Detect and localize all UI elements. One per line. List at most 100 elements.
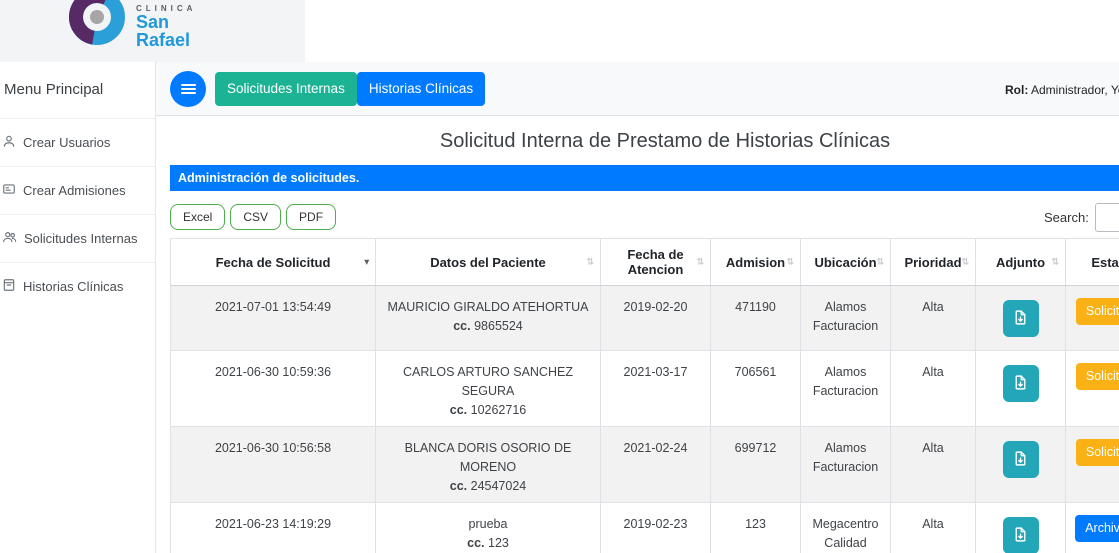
cell-ubicacion: Alamos Facturacion xyxy=(801,351,891,427)
column-header-ubicacion[interactable]: Ubicación⇅ xyxy=(801,239,891,286)
table-search: Search: xyxy=(1044,203,1119,232)
cell-adjunto xyxy=(976,503,1066,553)
column-header-label: Adjunto xyxy=(996,255,1045,270)
menu-toggle-button[interactable] xyxy=(170,71,206,107)
table-row: 2021-07-01 13:54:49 MAURICIO GIRALDO ATE… xyxy=(171,286,1119,351)
table-row: 2021-06-30 10:56:58 BLANCA DORIS OSORIO … xyxy=(171,427,1119,503)
sort-desc-icon: ▾ xyxy=(364,257,369,268)
sidebar-item-crear-admisiones[interactable]: Crear Admisiones xyxy=(0,166,155,214)
column-header-fecha-de-solicitud[interactable]: Fecha de Solicitud ▾ xyxy=(171,239,376,286)
sidebar-item-historias-clinicas[interactable]: Historias Clínicas xyxy=(0,262,155,310)
file-download-icon xyxy=(1012,374,1029,394)
cell-fecha-atencion: 2021-02-24 xyxy=(601,427,711,503)
export-excel-button[interactable]: Excel xyxy=(170,204,225,230)
cell-ubicacion: Alamos Facturacion xyxy=(801,427,891,503)
attachment-download-button[interactable] xyxy=(1003,365,1039,402)
cell-estado: Solicitado xyxy=(1066,427,1119,503)
nav-buttons: Solicitudes InternasHistorias Clínicas xyxy=(215,72,485,106)
column-header-label: Prioridad xyxy=(904,255,961,270)
cell-ubicacion: Alamos Facturacion xyxy=(801,286,891,351)
column-header-label: Datos del Paciente xyxy=(430,255,546,270)
column-header-label: Ubicación xyxy=(814,255,876,270)
id-card-icon xyxy=(2,182,16,199)
cell-prioridad: Alta xyxy=(891,427,976,503)
cell-adjunto xyxy=(976,286,1066,351)
nav-button-historias-clinicas[interactable]: Historias Clínicas xyxy=(357,72,485,106)
status-badge[interactable]: Solicitado xyxy=(1076,298,1119,325)
table-header-row: Fecha de Solicitud▾Datos del Paciente⇅Fe… xyxy=(171,239,1119,286)
user-role-text: Rol: Administrador, Yeffe xyxy=(1005,83,1119,97)
clinic-name-bottom: Rafael xyxy=(136,31,196,49)
hamburger-icon xyxy=(181,82,196,96)
cell-fecha-solicitud: 2021-06-30 10:59:36 xyxy=(171,351,376,427)
cell-fecha-atencion: 2021-03-17 xyxy=(601,351,711,427)
table-row: 2021-06-30 10:59:36 CARLOS ARTURO SANCHE… xyxy=(171,351,1119,427)
patient-id: cc. 9865524 xyxy=(380,317,596,336)
sort-icon: ⇅ xyxy=(876,257,884,268)
cell-prioridad: Alta xyxy=(891,351,976,427)
nav-button-solicitudes-internas[interactable]: Solicitudes Internas xyxy=(215,72,357,106)
user-icon xyxy=(2,134,16,151)
role-label: Rol: xyxy=(1005,83,1028,97)
cell-fecha-solicitud: 2021-07-01 13:54:49 xyxy=(171,286,376,351)
sidebar-item-label: Solicitudes Internas xyxy=(24,231,137,246)
sidebar-item-crear-usuarios[interactable]: Crear Usuarios xyxy=(0,118,155,166)
requests-table: Fecha de Solicitud▾Datos del Paciente⇅Fe… xyxy=(170,238,1119,553)
app-window: CLINICA San Rafael Menu Principal Crear … xyxy=(0,0,1119,553)
cell-estado: Solicitado xyxy=(1066,351,1119,427)
file-download-icon xyxy=(1012,450,1029,470)
sidebar-item-solicitudes-internas[interactable]: Solicitudes Internas xyxy=(0,214,155,262)
brand-header: CLINICA San Rafael xyxy=(0,0,305,62)
panel-header: Administración de solicitudes. xyxy=(170,165,1119,191)
patient-name: BLANCA DORIS OSORIO DE MORENO xyxy=(380,439,596,477)
cell-fecha-solicitud: 2021-06-23 14:19:29 xyxy=(171,503,376,553)
sort-icon: ⇅ xyxy=(786,257,794,268)
sidebar: Menu Principal Crear Usuarios Crear Admis… xyxy=(0,62,156,553)
journal-icon xyxy=(2,278,16,295)
column-header-fecha-de-atencion[interactable]: Fecha de Atencion⇅ xyxy=(601,239,711,286)
column-header-label: Fecha de Solicitud xyxy=(216,255,331,270)
cell-fecha-solicitud: 2021-06-30 10:56:58 xyxy=(171,427,376,503)
export-buttons: ExcelCSVPDF xyxy=(170,208,341,225)
cell-admision: 699712 xyxy=(711,427,801,503)
export-pdf-button[interactable]: PDF xyxy=(286,204,336,230)
column-header-datos-del-paciente[interactable]: Datos del Paciente⇅ xyxy=(376,239,601,286)
cell-adjunto xyxy=(976,427,1066,503)
sort-icon: ⇅ xyxy=(1051,257,1059,268)
column-header-admision[interactable]: Admision⇅ xyxy=(711,239,801,286)
status-badge[interactable]: Solicitado xyxy=(1076,363,1119,390)
column-header-label: Fecha de Atencion xyxy=(627,247,683,277)
attachment-download-button[interactable] xyxy=(1003,300,1039,337)
cell-fecha-atencion: 2019-02-20 xyxy=(601,286,711,351)
users-icon xyxy=(2,230,17,247)
column-header-estado[interactable]: Estado⇅ xyxy=(1066,239,1119,286)
cell-adjunto xyxy=(976,351,1066,427)
column-header-prioridad[interactable]: Prioridad⇅ xyxy=(891,239,976,286)
sidebar-item-label: Historias Clínicas xyxy=(23,279,123,294)
file-download-icon xyxy=(1012,309,1029,329)
clinic-logo-text: CLINICA San Rafael xyxy=(136,0,196,49)
status-badge[interactable]: Archivado xyxy=(1075,515,1119,542)
attachment-download-button[interactable] xyxy=(1003,517,1039,553)
patient-name: CARLOS ARTURO SANCHEZ SEGURA xyxy=(380,363,596,401)
clinic-logo[interactable]: CLINICA San Rafael xyxy=(68,0,196,53)
cell-prioridad: Alta xyxy=(891,286,976,351)
export-csv-button[interactable]: CSV xyxy=(230,204,281,230)
cell-ubicacion: Megacentro Calidad xyxy=(801,503,891,553)
cell-prioridad: Alta xyxy=(891,503,976,553)
patient-id: cc. 24547024 xyxy=(380,477,596,496)
file-download-icon xyxy=(1012,526,1029,546)
status-badge[interactable]: Solicitado xyxy=(1076,439,1119,466)
main-area: Solicitudes InternasHistorias Clínicas R… xyxy=(156,62,1119,553)
table-toolbar: ExcelCSVPDF Search: xyxy=(170,191,1119,238)
search-input[interactable] xyxy=(1095,203,1119,232)
clinic-logo-icon xyxy=(68,0,126,53)
page-title: Solicitud Interna de Prestamo de Histori… xyxy=(170,130,1119,153)
requests-panel: Administración de solicitudes. ExcelCSVP… xyxy=(170,165,1119,553)
patient-name: MAURICIO GIRALDO ATEHORTUA xyxy=(380,298,596,317)
cell-datos-paciente: BLANCA DORIS OSORIO DE MORENO cc. 245470… xyxy=(376,427,601,503)
attachment-download-button[interactable] xyxy=(1003,441,1039,478)
column-header-adjunto[interactable]: Adjunto ⇅ xyxy=(976,239,1066,286)
sidebar-title: Menu Principal xyxy=(0,62,155,118)
sidebar-item-label: Crear Usuarios xyxy=(23,135,110,150)
